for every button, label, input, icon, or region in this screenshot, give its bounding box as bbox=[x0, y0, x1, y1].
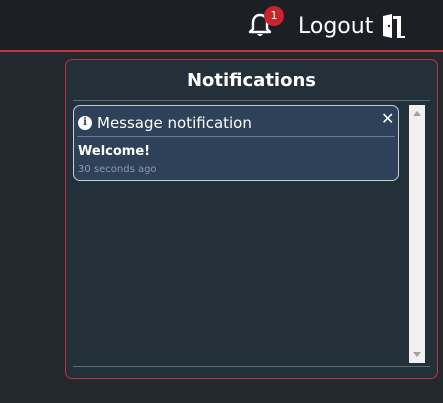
notifications-panel: Notifications i Message notification ✕ W… bbox=[65, 59, 438, 379]
notification-list: i Message notification ✕ Welcome! 30 sec… bbox=[73, 105, 407, 363]
notification-divider bbox=[77, 136, 395, 137]
scroll-down-arrow-icon[interactable] bbox=[413, 352, 421, 357]
notification-count-badge: 1 bbox=[264, 6, 284, 26]
panel-divider-bottom bbox=[73, 366, 430, 367]
notification-body: Welcome! bbox=[78, 144, 151, 159]
notification-header: i Message notification bbox=[78, 114, 252, 132]
top-bar: 1 Logout bbox=[0, 0, 443, 52]
logout-label: Logout bbox=[298, 13, 374, 39]
notification-title: Message notification bbox=[97, 114, 252, 132]
scroll-up-arrow-icon[interactable] bbox=[413, 111, 421, 116]
notification-list-scrollbar[interactable] bbox=[409, 105, 425, 363]
info-icon: i bbox=[78, 116, 92, 130]
panel-divider-top bbox=[73, 100, 430, 101]
logout-button[interactable]: Logout bbox=[298, 10, 406, 42]
panel-title: Notifications bbox=[186, 70, 317, 91]
notification-card: i Message notification ✕ Welcome! 30 sec… bbox=[73, 105, 399, 181]
door-icon bbox=[383, 14, 406, 38]
notification-timestamp: 30 seconds ago bbox=[78, 164, 157, 175]
close-icon[interactable]: ✕ bbox=[381, 110, 394, 128]
